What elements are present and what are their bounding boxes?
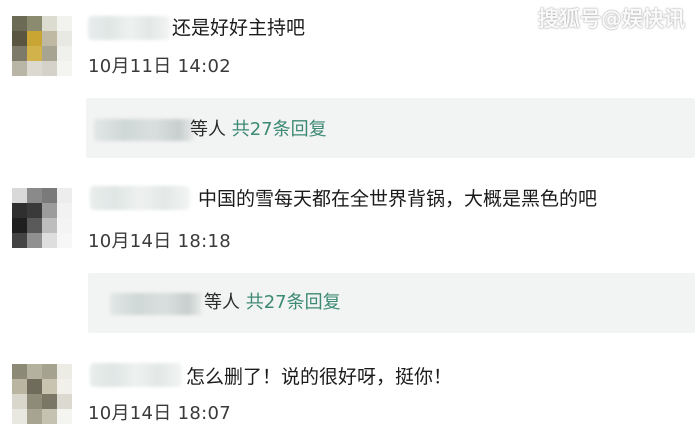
avatar-mosaic-cell [12, 16, 27, 31]
reply-summary-text[interactable]: 等人 共27条回复 [190, 118, 327, 142]
avatar-mosaic-cell [12, 188, 27, 203]
avatar-mosaic-cell [27, 31, 42, 46]
avatar-mosaic-cell [42, 46, 57, 61]
avatar-mosaic-cell [42, 409, 57, 424]
avatar-mosaic-cell [12, 46, 27, 61]
avatar-mosaic-cell [27, 409, 42, 424]
avatar[interactable] [12, 188, 72, 248]
avatar-mosaic-cell [57, 394, 72, 409]
avatar-mosaic-cell [42, 379, 57, 394]
avatar-mosaic-cell [57, 379, 72, 394]
avatar-mosaic-cell [12, 31, 27, 46]
avatar[interactable] [12, 16, 72, 76]
avatar-mosaic-cell [27, 233, 42, 248]
avatar-mosaic-cell [27, 203, 42, 218]
avatar-mosaic-cell [27, 364, 42, 379]
avatar-mosaic-cell [27, 188, 42, 203]
avatar-mosaic-cell [27, 16, 42, 31]
avatar-mosaic-cell [57, 203, 72, 218]
reply-names-blurred [94, 119, 194, 141]
avatar-mosaic-cell [42, 218, 57, 233]
comment-timestamp: 10月14日 18:07 [88, 403, 232, 424]
avatar-mosaic-cell [42, 188, 57, 203]
avatar-mosaic-cell [12, 203, 27, 218]
reply-summary[interactable]: 等人 共27条回复 [86, 98, 695, 158]
avatar[interactable] [12, 364, 72, 424]
avatar-mosaic-cell [42, 364, 57, 379]
reply-suffix: 等人 [190, 119, 226, 140]
watermark: 搜狐号@娱快讯 [538, 7, 685, 31]
avatar-mosaic-cell [12, 409, 27, 424]
avatar-mosaic-cell [42, 203, 57, 218]
avatar-mosaic-cell [42, 61, 57, 76]
avatar-mosaic-cell [42, 233, 57, 248]
avatar-mosaic-cell [57, 16, 72, 31]
avatar-mosaic-cell [12, 61, 27, 76]
avatar-mosaic-cell [12, 394, 27, 409]
reply-count-link[interactable]: 共27条回复 [232, 119, 327, 140]
comment-timestamp: 10月11日 14:02 [88, 56, 232, 77]
reply-count-link[interactable]: 共27条回复 [246, 292, 341, 313]
avatar-mosaic-cell [42, 16, 57, 31]
avatar-mosaic-cell [57, 218, 72, 233]
avatar-mosaic-cell [12, 364, 27, 379]
comment-text: 怎么删了！说的很好呀，挺你！ [186, 366, 453, 388]
avatar-mosaic-cell [57, 188, 72, 203]
reply-names-blurred [110, 293, 202, 315]
comment-text: 还是好好主持吧 [172, 17, 306, 39]
avatar-mosaic-cell [27, 379, 42, 394]
avatar-mosaic-cell [27, 394, 42, 409]
username-blurred[interactable] [90, 186, 190, 210]
avatar-mosaic-cell [12, 218, 27, 233]
comment-timestamp: 10月14日 18:18 [88, 231, 232, 252]
avatar-mosaic-cell [57, 409, 72, 424]
reply-summary[interactable]: 等人 共27条回复 [88, 273, 695, 333]
avatar-mosaic-cell [57, 46, 72, 61]
avatar-mosaic-cell [12, 379, 27, 394]
reply-summary-text[interactable]: 等人 共27条回复 [204, 291, 341, 315]
reply-suffix: 等人 [204, 292, 240, 313]
comment-text: 中国的雪每天都在全世界背锅，大概是黑色的吧 [198, 188, 598, 210]
avatar-mosaic-cell [57, 364, 72, 379]
avatar-mosaic-cell [27, 61, 42, 76]
avatar-mosaic-cell [27, 46, 42, 61]
username-blurred[interactable] [88, 16, 170, 40]
username-blurred[interactable] [90, 363, 182, 387]
avatar-mosaic-cell [42, 31, 57, 46]
avatar-mosaic-cell [42, 394, 57, 409]
avatar-mosaic-cell [57, 233, 72, 248]
avatar-mosaic-cell [57, 31, 72, 46]
avatar-mosaic-cell [57, 61, 72, 76]
avatar-mosaic-cell [27, 218, 42, 233]
avatar-mosaic-cell [12, 233, 27, 248]
